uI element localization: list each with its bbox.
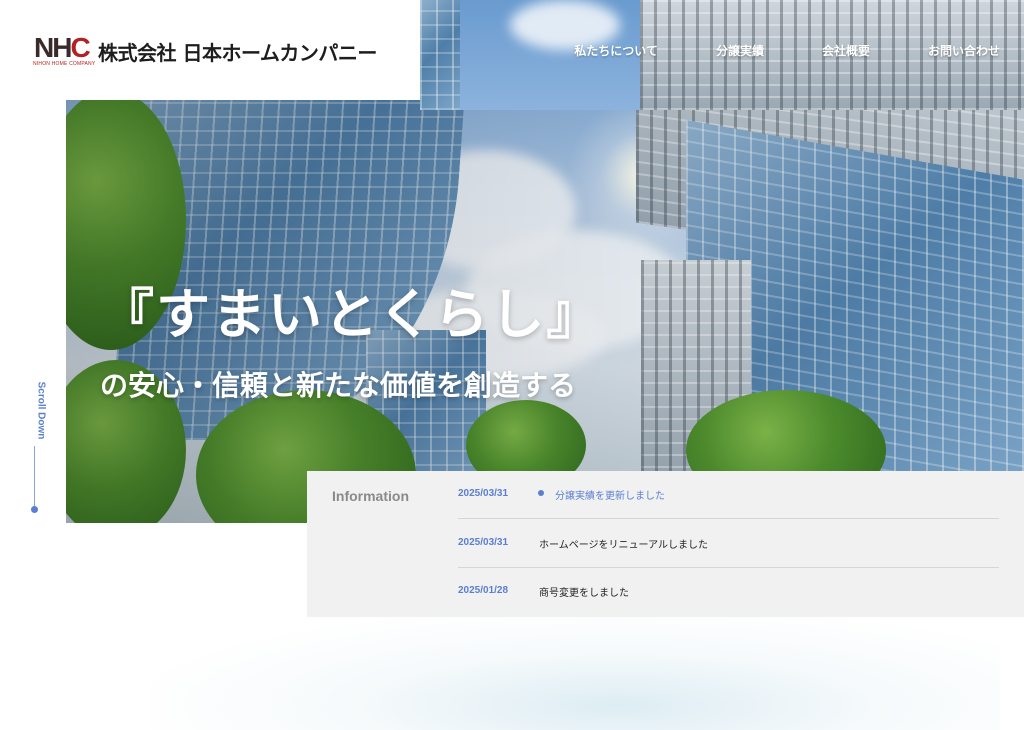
background-glow: [150, 610, 1000, 730]
hero-headline: 『すまいとくらし』: [100, 283, 603, 346]
nav-contact[interactable]: お問い合わせ: [928, 42, 1000, 59]
bullet-icon: [538, 490, 544, 496]
divider: [458, 518, 999, 519]
information-title: Information: [332, 488, 409, 504]
news-date: 2025/03/31: [458, 537, 509, 548]
news-text: 分譲実績を更新しました: [555, 491, 665, 502]
information-panel: Information 2025/03/31 分譲実績を更新しました 2025/…: [307, 471, 1024, 617]
company-name: 株式会社 日本ホームカンパニー: [98, 41, 377, 65]
scroll-down-label: Scroll Down: [35, 381, 47, 440]
scroll-dot: [31, 506, 38, 513]
news-text: 商号変更をしました: [539, 588, 629, 599]
logo-mark: NHC: [34, 32, 91, 63]
logo-subtitle: NIHON HOME COMPANY: [33, 61, 96, 67]
building-top-left: [420, 0, 460, 110]
nav-company-profile[interactable]: 会社概要: [822, 42, 870, 59]
news-item[interactable]: 2025/01/28 商号変更をしました: [458, 568, 999, 616]
news-date: 2025/01/28: [458, 585, 509, 596]
news-item[interactable]: 2025/03/31 ホームページをリニューアルしました: [458, 520, 999, 568]
news-item[interactable]: 2025/03/31 分譲実績を更新しました: [458, 471, 999, 519]
header-logo-area: NHC NIHON HOME COMPANY 株式会社 日本ホームカンパニー: [0, 0, 420, 100]
scroll-line: [34, 446, 35, 510]
news-text: ホームページをリニューアルしました: [539, 540, 708, 551]
news-date: 2025/03/31: [458, 488, 509, 499]
hero-subheadline: の安心・信頼と新たな価値を創造する: [100, 369, 577, 402]
nav-about[interactable]: 私たちについて: [574, 42, 658, 59]
nav-sales-results[interactable]: 分譲実績: [716, 42, 764, 59]
main-nav: 私たちについて 分譲実績 会社概要 お問い合わせ: [516, 42, 1000, 59]
